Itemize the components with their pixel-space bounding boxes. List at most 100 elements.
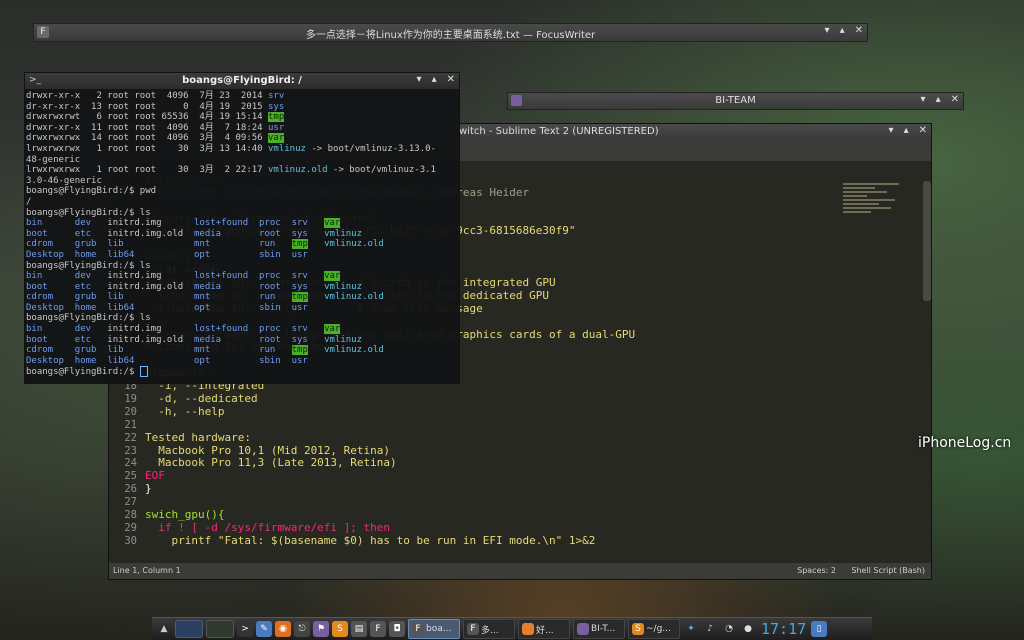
code-line[interactable]: printf "Fatal: $(basename $0) has to be … xyxy=(145,534,915,548)
screenshot-launcher-icon[interactable]: ◘ xyxy=(389,621,405,637)
code-line[interactable]: swich_gpu(){ xyxy=(145,508,915,522)
terminal-output[interactable]: drwxr-xr-x 2 root root 4096 7月 23 2014 s… xyxy=(25,89,459,378)
taskbar-task[interactable]: F 多... xyxy=(463,619,515,639)
taskbar-task[interactable]: 好... xyxy=(518,619,570,639)
code-line[interactable]: Tested hardware: xyxy=(145,431,915,445)
minimize-icon[interactable]: ▾ xyxy=(921,94,926,105)
terminal-line: lrwxrwxrwx 1 root root 30 3月 2 22:17 vml… xyxy=(26,165,436,176)
task-list: Fboa... F 多... 好... BI-T... S ~/g... xyxy=(408,619,680,639)
focuswriter-window-title: 多一点选择－将Linux作为你的主要桌面系统.txt — FocusWriter xyxy=(305,30,596,41)
focuswriter-titlebar[interactable]: F 多一点选择－将Linux作为你的主要桌面系统.txt — FocusWrit… xyxy=(33,23,868,42)
taskbar-task[interactable]: BI-T... xyxy=(573,619,625,639)
text-cursor xyxy=(139,366,148,378)
minimize-icon[interactable]: ▾ xyxy=(825,25,830,36)
terminal-line: cdrom grub lib mnt run tmp vmlinuz.old xyxy=(26,239,384,250)
close-icon[interactable]: ✕ xyxy=(951,94,959,105)
code-line[interactable]: Macbook Pro 11,3 (Late 2013, Retina) xyxy=(145,457,915,470)
terminal-window: >_ boangs@FlyingBird: / ▾ ▴ ✕ drwxr-xr-x… xyxy=(24,72,460,384)
code-line[interactable]: if ! [ -d /sys/firmware/efi ]; then xyxy=(145,521,915,535)
terminal-launcher-icon[interactable]: > xyxy=(237,621,253,637)
terminal-window-title: boangs@FlyingBird: / xyxy=(182,75,302,86)
code-line[interactable] xyxy=(145,419,915,432)
line-number: 23 xyxy=(124,444,137,457)
scrollbar[interactable] xyxy=(923,181,931,301)
minimap[interactable] xyxy=(843,181,923,241)
code-line[interactable]: EOF xyxy=(145,469,915,483)
code-line[interactable]: -h, --help xyxy=(145,405,915,419)
code-line[interactable]: } xyxy=(145,482,915,496)
files-launcher-icon[interactable]: ▤ xyxy=(351,621,367,637)
task-app-icon: F xyxy=(412,623,424,635)
line-number: 22 xyxy=(124,431,137,444)
maximize-icon[interactable]: ▴ xyxy=(432,74,437,85)
biteam-titlebar[interactable]: BI-TEAM ▾ ▴ ✕ xyxy=(507,92,964,110)
clock[interactable]: 17:17 xyxy=(759,620,808,638)
line-number: 27 xyxy=(124,496,137,509)
audio-icon[interactable]: ♪ xyxy=(702,621,718,637)
line-number: 19 xyxy=(124,393,137,406)
disc-icon[interactable]: ● xyxy=(740,621,756,637)
close-icon[interactable]: ✕ xyxy=(447,74,455,85)
workspace-thumbnail-1-icon[interactable] xyxy=(175,620,203,638)
terminal-line: bin dev initrd.img lost+found proc srv v… xyxy=(26,271,341,282)
task-app-icon xyxy=(522,623,534,635)
task-app-icon xyxy=(577,623,589,635)
line-number: 29 xyxy=(124,521,137,534)
maximize-icon[interactable]: ▴ xyxy=(936,94,941,105)
task-label: 好... xyxy=(536,625,554,636)
minimize-icon[interactable]: ▾ xyxy=(417,74,422,85)
network-icon[interactable]: ✦ xyxy=(683,621,699,637)
app-launcher-icon[interactable]: ⎋ xyxy=(294,621,310,637)
workspace-thumbnail-2-icon[interactable] xyxy=(206,620,234,638)
terminal-line: Desktop home lib64 opt sbin usr xyxy=(26,302,308,313)
watermark: iPhoneLog.cn xyxy=(918,435,1012,451)
terminal-line: lrwxrwxrwx 1 root root 30 3月 13 14:40 vm… xyxy=(26,143,436,154)
maximize-icon[interactable]: ▴ xyxy=(840,25,845,36)
minimize-icon[interactable]: ▾ xyxy=(889,125,894,136)
terminal-line: boangs@FlyingBird:/$ ls xyxy=(26,207,151,218)
task-label: 多... xyxy=(481,625,499,636)
terminal-line: drwxrwxrwx 14 root root 4096 3月 4 09:56 … xyxy=(26,133,285,144)
terminal-line: Desktop home lib64 opt sbin usr xyxy=(26,249,308,260)
syntax-mode[interactable]: Shell Script (Bash) xyxy=(851,566,925,575)
terminal-line: boot etc initrd.img.old media root sys v… xyxy=(26,228,363,239)
code-line[interactable] xyxy=(145,496,915,509)
terminal-line: dr-xr-xr-x 13 root root 0 4月 19 2015 sys xyxy=(26,101,285,112)
line-number: 20 xyxy=(124,405,137,418)
terminal-line: boangs@FlyingBird:/$ ls xyxy=(26,313,151,324)
show-desktop-icon[interactable]: ▯ xyxy=(811,621,828,637)
line-number: 25 xyxy=(124,470,137,483)
task-label: ~/g... xyxy=(646,624,671,634)
focuswriter-launcher-icon[interactable]: F xyxy=(370,621,386,637)
prompt-text: boangs@FlyingBird:/$ xyxy=(26,367,140,378)
code-line[interactable]: -d, --dedicated xyxy=(145,392,915,406)
line-number: 28 xyxy=(124,509,137,522)
browser-launcher-icon[interactable]: ◉ xyxy=(275,621,291,637)
line-number: 24 xyxy=(124,457,137,470)
terminal-line: boangs@FlyingBird:/$ ls xyxy=(26,260,151,271)
taskbar-task[interactable]: S ~/g... xyxy=(628,619,680,639)
terminal-line: cdrom grub lib mnt run tmp vmlinuz.old xyxy=(26,292,384,303)
line-number: 30 xyxy=(124,534,137,547)
close-icon[interactable]: ✕ xyxy=(855,25,863,36)
close-icon[interactable]: ✕ xyxy=(919,125,927,136)
terminal-line: bin dev initrd.img lost+found proc srv v… xyxy=(26,324,341,335)
line-number: 21 xyxy=(124,418,137,431)
terminal-line: Desktop home lib64 opt sbin usr xyxy=(26,355,308,366)
terminal-line: 3.0-46-generic xyxy=(26,175,102,186)
sublime-launcher-icon[interactable]: S xyxy=(332,621,348,637)
terminal-titlebar[interactable]: >_ boangs@FlyingBird: / ▾ ▴ ✕ xyxy=(25,73,459,89)
indent-setting[interactable]: Spaces: 2 xyxy=(797,566,836,575)
line-number: 26 xyxy=(124,483,137,496)
maximize-icon[interactable]: ▴ xyxy=(904,125,909,136)
terminal-prompt[interactable]: boangs@FlyingBird:/$ xyxy=(26,366,458,378)
sublime-window-title: witch - Sublime Text 2 (UNREGISTERED) xyxy=(459,126,659,137)
editor-launcher-icon[interactable]: ✎ xyxy=(256,621,272,637)
biteam-launcher-icon[interactable]: ⚑ xyxy=(313,621,329,637)
arrow-up-icon[interactable]: ▲ xyxy=(156,621,172,637)
gauge-icon[interactable]: ◔ xyxy=(721,621,737,637)
taskbar-task[interactable]: Fboa... xyxy=(408,619,460,639)
terminal-line: drwxrwxrwt 6 root root 65536 4月 19 15:14… xyxy=(26,112,285,123)
terminal-line: cdrom grub lib mnt run tmp vmlinuz.old xyxy=(26,345,384,356)
task-app-icon: F xyxy=(467,623,479,635)
